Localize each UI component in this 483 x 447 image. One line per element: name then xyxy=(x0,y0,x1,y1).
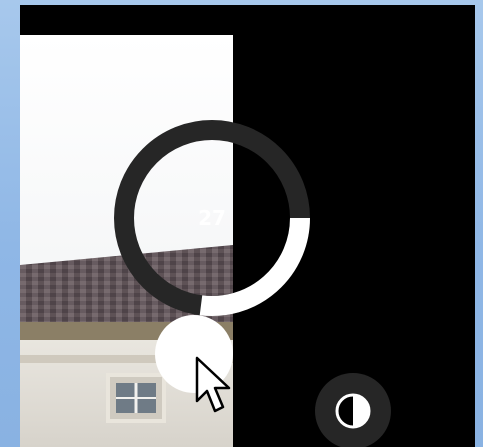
contrast-icon xyxy=(335,393,371,429)
mouse-pointer-icon xyxy=(195,356,231,413)
adjustment-dial[interactable]: 27 xyxy=(112,118,312,318)
editor-window: 27 xyxy=(20,5,475,447)
contrast-button[interactable] xyxy=(315,373,391,447)
photo-window xyxy=(106,373,166,423)
dial-value: 27 xyxy=(198,206,226,230)
